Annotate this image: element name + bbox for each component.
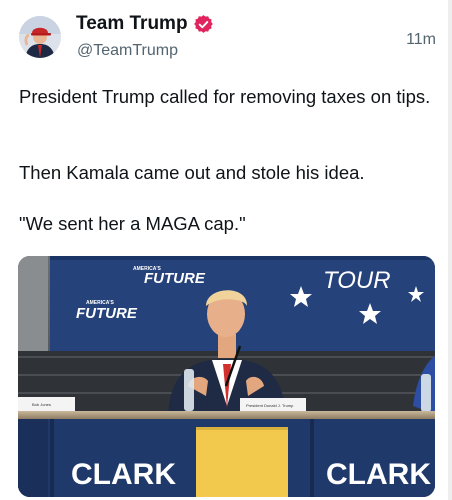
water-bottle (184, 369, 194, 411)
right-border (448, 0, 452, 500)
water-bottle (421, 374, 431, 412)
banner-tour-text: TOUR (323, 267, 391, 294)
tweet-media-photo[interactable]: AMERICA'S FUTURE AMERICA'S FUTURE TOUR B… (18, 256, 435, 497)
name-card-text: Bob Jones (32, 402, 51, 407)
table-sign-text: CLARK (71, 458, 176, 491)
author-display-name[interactable]: Team Trump (76, 13, 188, 35)
tweet-timestamp[interactable]: 11m (406, 31, 436, 49)
table-top (18, 411, 435, 419)
banner-logo-text: FUTURE (144, 270, 206, 287)
tweet-paragraph: "We sent her a MAGA cap." (19, 213, 246, 234)
avatar-photo-icon (19, 16, 61, 58)
banner-logo-text: FUTURE (76, 305, 138, 322)
verified-badge-icon (193, 14, 213, 33)
table-sign-text: CLARK (326, 458, 431, 491)
tweet-paragraph: Then Kamala came out and stole his idea. (19, 162, 365, 183)
yellow-sign (196, 427, 288, 497)
author-name-row[interactable]: Team Trump (76, 13, 213, 35)
avatar[interactable] (19, 16, 61, 58)
author-handle[interactable]: @TeamTrump (77, 42, 178, 60)
tweet-paragraph: President Trump called for removing taxe… (19, 86, 431, 107)
name-card-text: President Donald J. Trump (246, 403, 294, 408)
photo-event-scene: AMERICA'S FUTURE AMERICA'S FUTURE TOUR B… (18, 256, 435, 497)
